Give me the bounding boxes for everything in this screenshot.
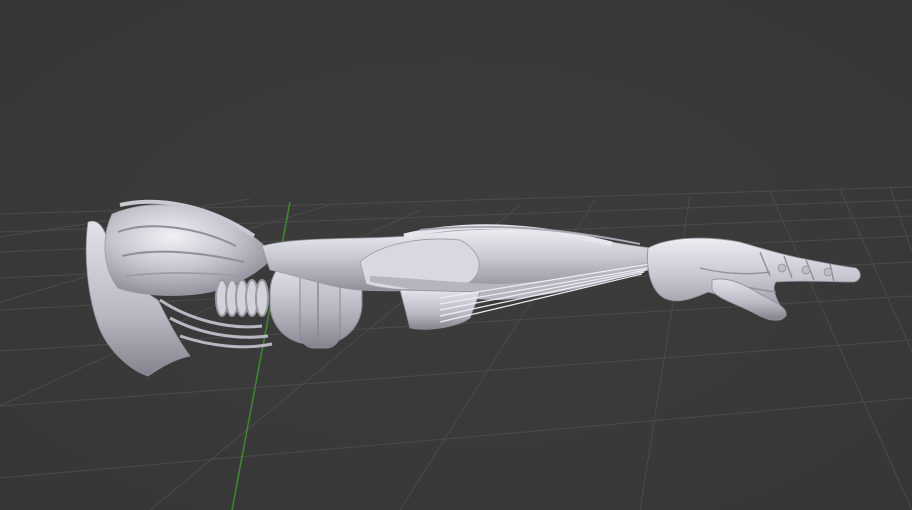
viewport-scene[interactable]: [0, 0, 912, 510]
knuckle-detail: [777, 263, 787, 273]
spring-coil[interactable]: [215, 279, 269, 317]
knuckle-detail: [801, 265, 811, 275]
robotic-arm-model[interactable]: [85, 199, 861, 377]
knuckle-detail: [823, 267, 833, 277]
robotic-hand[interactable]: [647, 237, 861, 321]
3d-viewport[interactable]: [0, 0, 912, 510]
